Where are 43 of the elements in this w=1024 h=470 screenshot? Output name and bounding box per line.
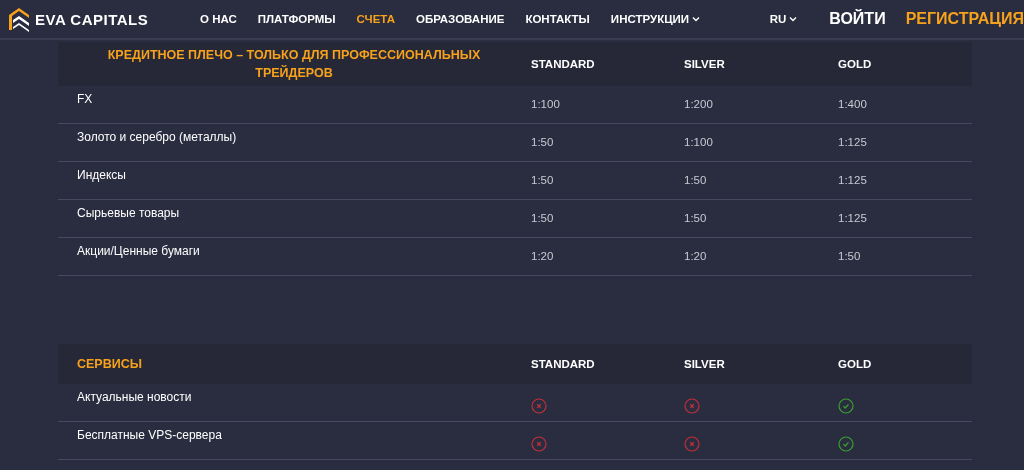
- table-cell: Бесплатные VPS-сервера: [77, 428, 222, 442]
- table-cell: Акции/Ценные бумаги: [77, 244, 200, 258]
- column-header: СЕРВИСЫ: [77, 357, 142, 371]
- nav-link[interactable]: КОНТАКТЫ: [525, 13, 590, 25]
- logo-icon: [8, 6, 30, 32]
- table-cell: 1:20: [531, 250, 554, 262]
- table-cell: 1:50: [838, 250, 861, 262]
- chevron-down-icon: [789, 16, 798, 22]
- column-header: КРЕДИТНОЕ ПЛЕЧО – ТОЛЬКО ДЛЯ ПРОФЕССИОНАЛЬНЫХ ТРЕЙДЕРОВ: [106, 47, 482, 82]
- chevron-down-icon: [692, 16, 701, 22]
- register-link[interactable]: РЕГИСТРАЦИЯ: [905, 10, 1024, 28]
- table-cell: 1:125: [838, 136, 867, 148]
- table-cell: 1:50: [531, 212, 554, 224]
- table-cell: Золото и серебро (металлы): [77, 130, 237, 144]
- table-cell: 1:200: [684, 98, 713, 110]
- column-header: STANDARD: [531, 358, 595, 370]
- table-cell: Актуальные новости: [77, 390, 192, 404]
- table-cell: 1:400: [838, 98, 867, 110]
- table-cell: 1:50: [684, 212, 707, 224]
- nav-link[interactable]: ИНСТРУКЦИИ: [610, 13, 701, 25]
- language-selector[interactable]: RU: [769, 13, 798, 25]
- table-cell: 1:100: [531, 98, 560, 110]
- column-header: GOLD: [838, 58, 872, 70]
- table-cell: Индексы: [77, 168, 126, 182]
- table-cell: 1:125: [838, 212, 867, 224]
- nav-link[interactable]: ОБРАЗОВАНИЕ: [415, 13, 505, 25]
- logo-text[interactable]: EVA CAPITALS: [35, 10, 149, 28]
- column-header: SILVER: [684, 358, 725, 370]
- table-cell: 1:50: [684, 174, 707, 186]
- table-cell: 1:50: [531, 136, 554, 148]
- nav-link[interactable]: О НАС: [200, 13, 237, 25]
- table-cell: 1:100: [684, 136, 713, 148]
- table-cell: Сырьевые товары: [77, 206, 180, 220]
- login-link[interactable]: ВОЙТИ: [829, 10, 886, 28]
- nav-link[interactable]: ПЛАТФОРМЫ: [257, 13, 336, 25]
- nav-link[interactable]: СЧЕТА: [356, 13, 395, 25]
- column-header: GOLD: [838, 358, 872, 370]
- table-cell: 1:50: [531, 174, 554, 186]
- column-header: STANDARD: [531, 58, 595, 70]
- table-cell: 1:20: [684, 250, 707, 262]
- column-header: SILVER: [684, 58, 725, 70]
- table-cell: 1:125: [838, 174, 867, 186]
- table-cell: FX: [77, 92, 93, 106]
